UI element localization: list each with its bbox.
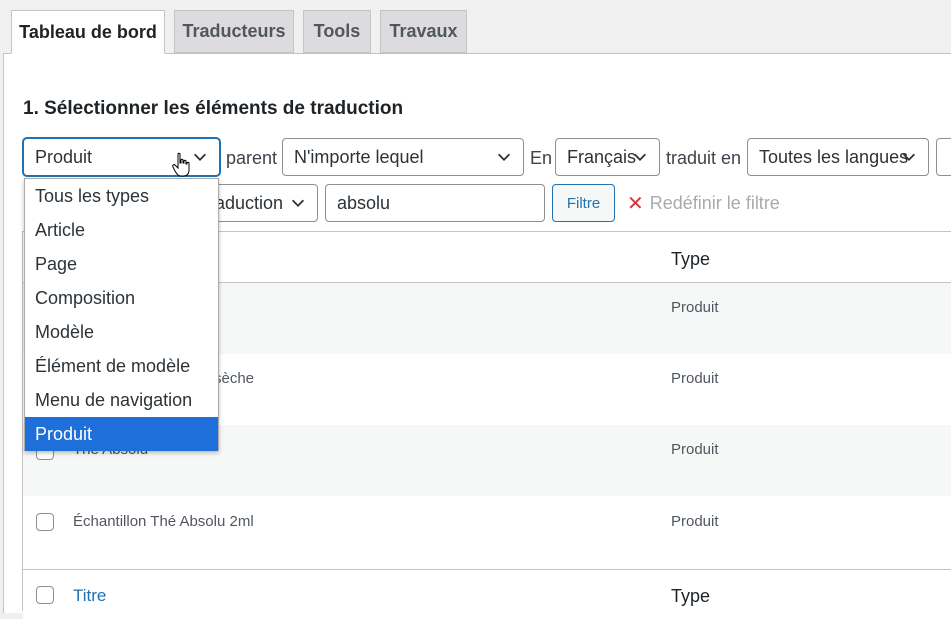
- reset-filter-link[interactable]: ✕ Redéfinir le filtre: [627, 193, 780, 214]
- tab-tools[interactable]: Tools: [303, 10, 371, 53]
- tab-travaux[interactable]: Travaux: [380, 10, 467, 53]
- chevron-down-icon: [497, 153, 511, 161]
- row-checkbox[interactable]: [36, 513, 54, 531]
- in-label: En: [530, 148, 553, 168]
- search-input[interactable]: absolu: [325, 184, 545, 222]
- table-footer: Titre Type: [23, 569, 951, 619]
- target-language-select-value: Toutes les langues: [759, 146, 909, 167]
- table-row: Échantillon Thé Absolu 2ml Produit: [23, 496, 951, 567]
- parent-select[interactable]: N'importe lequel: [282, 138, 524, 176]
- column-footer-title[interactable]: Titre: [73, 586, 106, 606]
- tab-traducteurs[interactable]: Traducteurs: [174, 10, 294, 53]
- chevron-down-icon: [291, 199, 305, 207]
- close-icon: ✕: [627, 192, 644, 215]
- type-dropdown-list: Tous les types Article Page Composition …: [24, 178, 219, 451]
- dropdown-option-selected[interactable]: Produit: [25, 417, 218, 451]
- row-type: Produit: [671, 513, 719, 530]
- chevron-down-icon: [193, 153, 207, 161]
- hand-cursor-icon: [172, 152, 190, 177]
- row-type: Produit: [671, 299, 719, 316]
- dropdown-option[interactable]: Article: [25, 213, 218, 247]
- tab-tableau-de-bord[interactable]: Tableau de bord: [11, 10, 165, 54]
- dropdown-option[interactable]: Tous les types: [25, 179, 218, 213]
- select-all-checkbox[interactable]: [36, 586, 54, 604]
- dropdown-option[interactable]: Élément de modèle: [25, 349, 218, 383]
- language-select[interactable]: Français: [555, 138, 660, 176]
- row-type: Produit: [671, 441, 719, 458]
- parent-label: parent: [226, 148, 278, 168]
- row-type: Produit: [671, 370, 719, 387]
- type-select-value: Produit: [35, 146, 93, 167]
- row-title[interactable]: Échantillon Thé Absolu 2ml: [73, 513, 254, 530]
- chevron-down-icon: [633, 153, 647, 161]
- chevron-down-icon: [902, 153, 916, 161]
- reset-filter-label: Redéfinir le filtre: [649, 193, 780, 213]
- dropdown-option[interactable]: Menu de navigation: [25, 383, 218, 417]
- filter-button[interactable]: Filtre: [552, 184, 615, 222]
- dropdown-option[interactable]: Composition: [25, 281, 218, 315]
- language-select-value: Français: [567, 146, 637, 167]
- dropdown-option[interactable]: Page: [25, 247, 218, 281]
- parent-select-value: N'importe lequel: [294, 146, 424, 167]
- row-title[interactable]: sèche: [214, 370, 254, 387]
- status-select-value: aduction: [215, 192, 284, 213]
- section-title: 1. Sélectionner les éléments de traducti…: [23, 98, 404, 119]
- next-select-partial[interactable]: [936, 138, 951, 176]
- translated-label: traduit en: [666, 148, 742, 168]
- column-header-type[interactable]: Type: [671, 249, 710, 270]
- target-language-select[interactable]: Toutes les langues: [747, 138, 929, 176]
- column-footer-type[interactable]: Type: [671, 586, 710, 607]
- dropdown-option[interactable]: Modèle: [25, 315, 218, 349]
